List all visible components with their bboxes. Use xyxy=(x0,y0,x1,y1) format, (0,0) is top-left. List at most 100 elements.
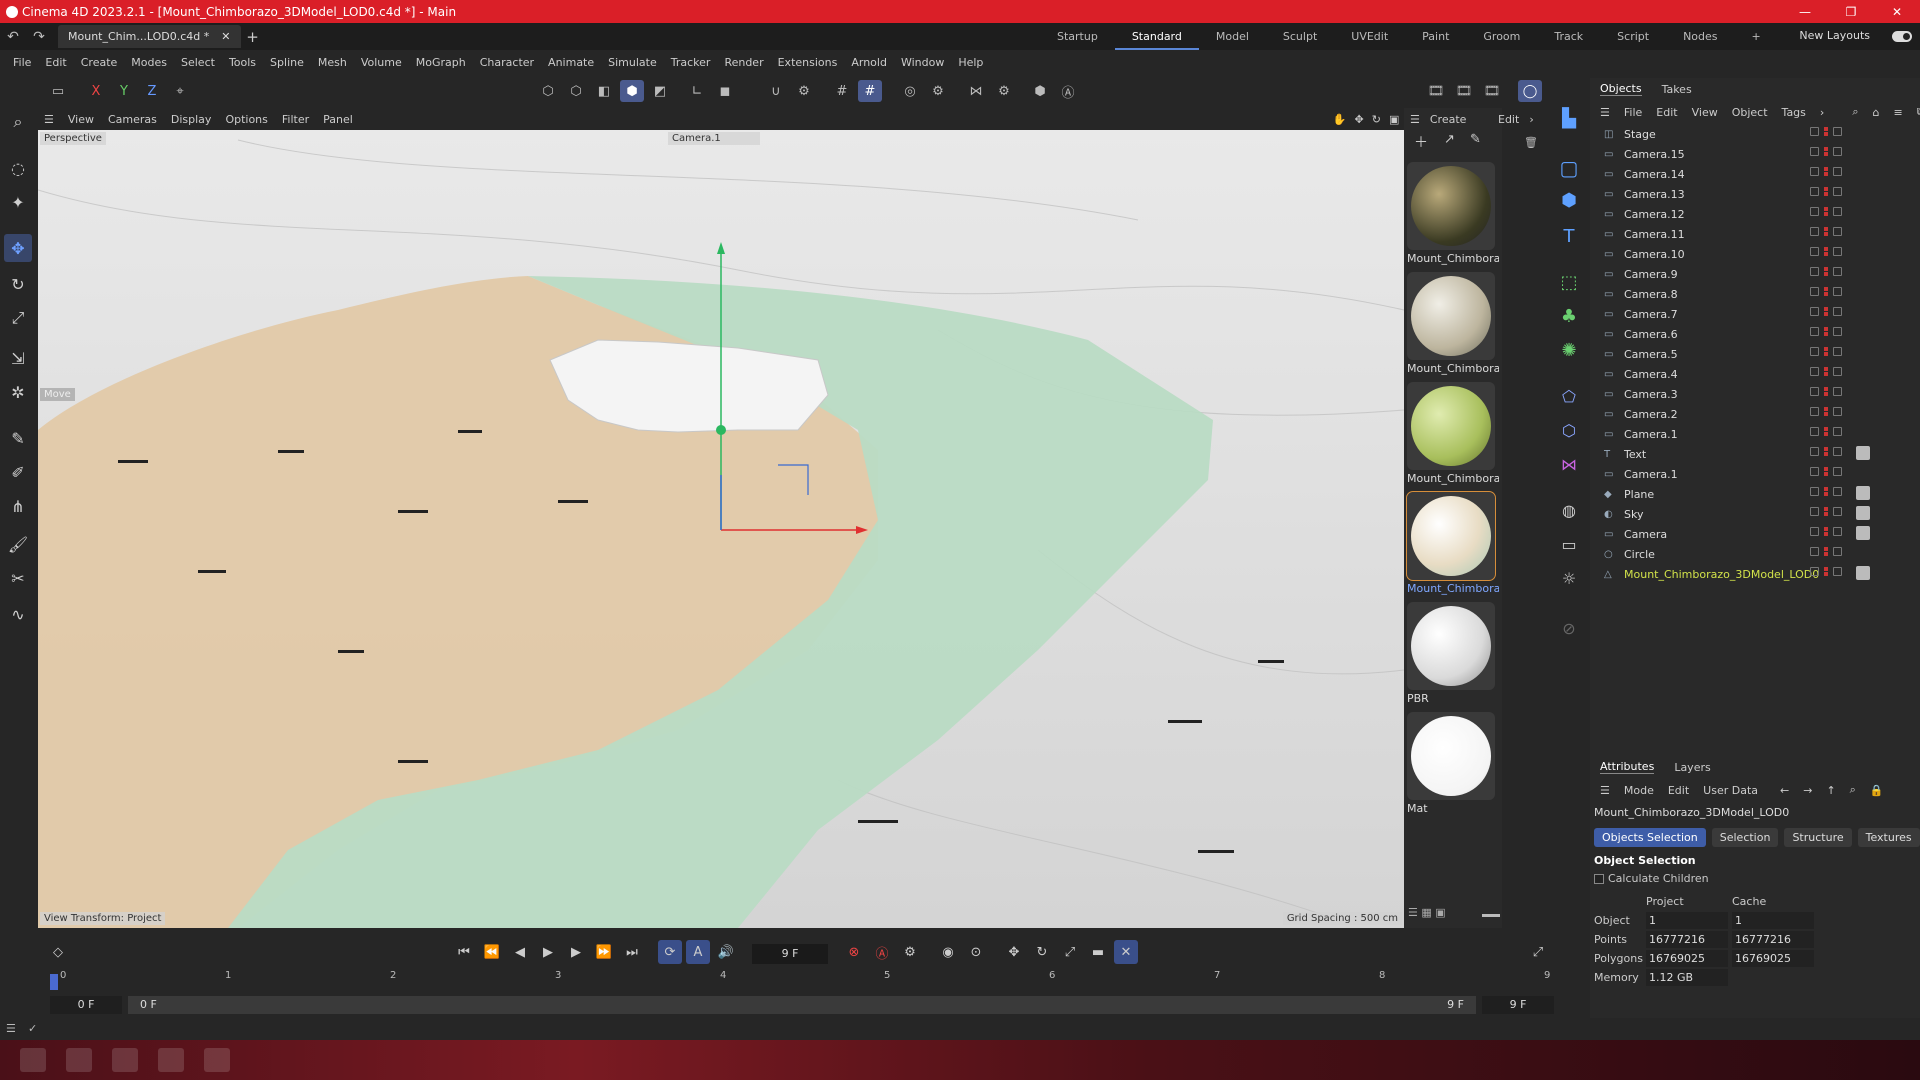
material-menu-icon[interactable]: ☰ xyxy=(1410,113,1420,126)
viewport-layout-icon[interactable]: ▭ xyxy=(46,80,70,102)
current-frame-field[interactable]: 9 F xyxy=(752,944,828,964)
enable-icon[interactable] xyxy=(1833,447,1842,456)
object-list-item[interactable]: ○ Circle xyxy=(1590,544,1920,564)
edit-checkbox-icon[interactable] xyxy=(1810,307,1819,316)
object-visibility-flags[interactable] xyxy=(1810,327,1842,336)
move-view-icon[interactable]: ✥ xyxy=(1355,113,1364,126)
uv-mode-icon[interactable]: ◩ xyxy=(648,80,672,102)
menu-tracker[interactable]: Tracker xyxy=(664,56,718,69)
render-settings-icon[interactable]: ⚙ xyxy=(926,80,950,102)
status-menu-icon[interactable]: ☰ xyxy=(6,1022,16,1035)
edit-checkbox-icon[interactable] xyxy=(1810,207,1819,216)
material-tag-icon[interactable] xyxy=(1856,486,1870,500)
grid-icon[interactable]: # xyxy=(830,80,854,102)
go-to-end-icon[interactable]: ⏭ xyxy=(620,940,644,964)
range-end-field[interactable]: 9 F xyxy=(1482,996,1554,1014)
menu-extensions[interactable]: Extensions xyxy=(771,56,845,69)
disabled-tool-icon[interactable]: ⊘ xyxy=(1555,614,1583,642)
range-start-field[interactable]: 0 F xyxy=(50,996,122,1014)
edit-checkbox-icon[interactable] xyxy=(1810,187,1819,196)
object-visibility-flags[interactable] xyxy=(1810,167,1842,176)
menu-simulate[interactable]: Simulate xyxy=(601,56,664,69)
enable-icon[interactable] xyxy=(1833,507,1842,516)
keyframe-icon[interactable]: ◇ xyxy=(46,940,70,964)
object-list-item[interactable]: T Text xyxy=(1590,444,1920,464)
visibility-dots-icon[interactable] xyxy=(1824,147,1828,156)
visibility-dots-icon[interactable] xyxy=(1824,247,1828,256)
pla-key-icon[interactable]: ✕ xyxy=(1114,940,1138,964)
taskbar-app-icon[interactable] xyxy=(204,1048,230,1072)
edit-checkbox-icon[interactable] xyxy=(1810,247,1819,256)
layout-tab-paint[interactable]: Paint xyxy=(1405,23,1466,50)
cube-icon[interactable]: ⬢ xyxy=(1555,186,1583,214)
edit-checkbox-icon[interactable] xyxy=(1810,127,1819,136)
menu-arnold[interactable]: Arnold xyxy=(844,56,894,69)
z-axis-lock[interactable]: Z xyxy=(140,80,164,102)
taskbar-app-icon[interactable] xyxy=(158,1048,184,1072)
visibility-dots-icon[interactable] xyxy=(1824,447,1828,456)
edges-mode-icon[interactable]: ⬡ xyxy=(564,80,588,102)
forward-arrow-icon[interactable]: → xyxy=(1803,784,1812,797)
object-visibility-flags[interactable] xyxy=(1810,267,1842,276)
eyedropper-icon[interactable]: ✎ xyxy=(1470,132,1481,147)
filter-icon[interactable]: ≡ xyxy=(1893,106,1902,119)
maximize-button[interactable]: ❐ xyxy=(1828,0,1874,23)
zoom-slider[interactable] xyxy=(1482,914,1500,917)
visibility-dots-icon[interactable] xyxy=(1824,307,1828,316)
enable-icon[interactable] xyxy=(1833,127,1842,136)
motion-icon[interactable]: ◉ xyxy=(936,940,960,964)
previous-key-icon[interactable]: ⏪ xyxy=(480,940,504,964)
rotate-tool-icon[interactable]: ↻ xyxy=(4,270,32,298)
material-swatch-selected[interactable]: Mount_Chimbora: xyxy=(1406,491,1499,602)
edit-checkbox-icon[interactable] xyxy=(1810,427,1819,436)
visibility-dots-icon[interactable] xyxy=(1824,407,1828,416)
light-icon[interactable]: ☼ xyxy=(1555,564,1583,592)
object-visibility-flags[interactable] xyxy=(1810,507,1842,516)
object-list-item[interactable]: ▭ Camera.9 xyxy=(1590,264,1920,284)
visibility-dots-icon[interactable] xyxy=(1824,227,1828,236)
guide-icon[interactable]: ⬢ xyxy=(1028,80,1052,102)
object-visibility-flags[interactable] xyxy=(1810,187,1842,196)
menu-spline[interactable]: Spline xyxy=(263,56,311,69)
tab-attributes[interactable]: Attributes xyxy=(1600,760,1655,774)
next-frame-icon[interactable]: ▶ xyxy=(564,940,588,964)
object-list-item[interactable]: ▭ Camera.7 xyxy=(1590,304,1920,324)
object-list-item[interactable]: ▭ Camera.11 xyxy=(1590,224,1920,244)
subtab-textures[interactable]: Textures xyxy=(1857,828,1920,847)
enable-icon[interactable] xyxy=(1833,427,1842,436)
attribute-menu-userdata[interactable]: User Data xyxy=(1703,784,1758,797)
visibility-dots-icon[interactable] xyxy=(1824,127,1828,136)
object-manager-icon[interactable]: ▙ xyxy=(1555,104,1583,132)
viewport-menu-cameras[interactable]: Cameras xyxy=(108,113,157,126)
layout-tab-startup[interactable]: Startup xyxy=(1040,23,1115,50)
symmetry-icon[interactable]: ◎ xyxy=(898,80,922,102)
object-menu-edit[interactable]: Edit xyxy=(1656,106,1677,119)
add-layout-icon[interactable]: + xyxy=(1735,23,1778,50)
object-visibility-flags[interactable] xyxy=(1810,527,1842,536)
visibility-dots-icon[interactable] xyxy=(1824,367,1828,376)
object-tags[interactable] xyxy=(1856,566,1870,580)
trash-icon[interactable]: 🗑 xyxy=(1524,136,1538,149)
axis-mode-icon[interactable]: ∟ xyxy=(685,80,709,102)
edit-render-settings-icon[interactable]: 🎞 xyxy=(1480,80,1504,102)
object-menu-tags[interactable]: Tags xyxy=(1782,106,1806,119)
edit-checkbox-icon[interactable] xyxy=(1810,527,1819,536)
subtab-selection[interactable]: Selection xyxy=(1711,828,1779,847)
annotation-icon[interactable]: Ⓐ xyxy=(1056,80,1080,102)
frame-range-bar[interactable]: 0 F 0 F 9 F 9 F xyxy=(50,994,1554,1016)
generator-icon[interactable]: ⬚ xyxy=(1555,268,1583,296)
environment-icon[interactable]: ◍ xyxy=(1555,496,1583,524)
interactive-render-icon[interactable]: ◯ xyxy=(1518,80,1542,102)
menu-character[interactable]: Character xyxy=(473,56,541,69)
object-list-item[interactable]: ▭ Camera.1 xyxy=(1590,464,1920,484)
edit-checkbox-icon[interactable] xyxy=(1810,407,1819,416)
mirror-settings-icon[interactable]: ⚙ xyxy=(992,80,1016,102)
object-list-item[interactable]: ▭ Camera.3 xyxy=(1590,384,1920,404)
visibility-dots-icon[interactable] xyxy=(1824,347,1828,356)
object-list-item[interactable]: ◫ Stage xyxy=(1590,124,1920,144)
visibility-dots-icon[interactable] xyxy=(1824,207,1828,216)
viewport-menu-display[interactable]: Display xyxy=(171,113,212,126)
visibility-dots-icon[interactable] xyxy=(1824,507,1828,516)
taskbar-app-icon[interactable] xyxy=(112,1048,138,1072)
object-tags[interactable] xyxy=(1856,506,1870,520)
